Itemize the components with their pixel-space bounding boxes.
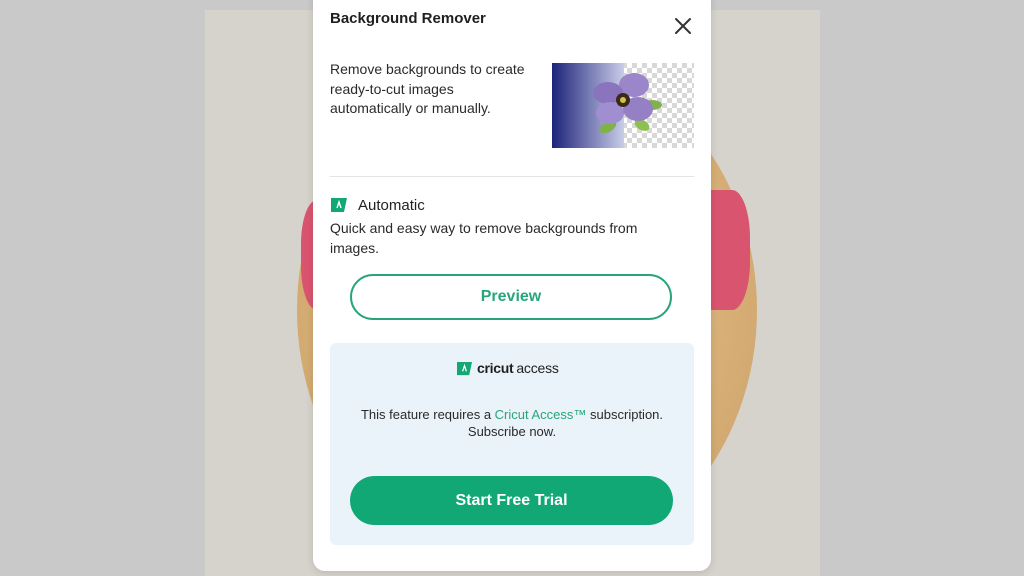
cricut-access-logo: cricut access [456,360,559,376]
automatic-header: Automatic [330,195,425,215]
access-badge-icon [331,198,347,212]
close-icon [675,18,691,34]
requirement-text: This feature requires a Cricut Access™ s… [330,407,694,422]
plate-decoration-right [705,190,750,310]
requirement-prefix: This feature requires a [360,407,495,422]
access-badge-icon [457,361,472,375]
feature-description: Remove backgrounds to create ready-to-cu… [330,61,525,116]
logo-product-text: access [516,360,559,376]
section-divider [330,176,694,177]
start-free-trial-button[interactable]: Start Free Trial [350,476,673,525]
preview-button[interactable]: Preview [350,274,672,320]
flower-thumbnail [552,63,694,148]
logo-brand-text: cricut [477,360,514,376]
subscribe-text: Subscribe now. [467,424,557,439]
cricut-access-panel: cricut access This feature requires a Cr… [330,343,694,545]
close-button[interactable] [671,14,695,38]
cricut-access-link[interactable]: Cricut Access™ [495,407,587,422]
background-remover-dialog: Background Remover Remove backgrounds to… [313,0,711,571]
requirement-suffix: subscription. [586,407,664,422]
automatic-description: Quick and easy way to remove backgrounds… [330,220,638,256]
automatic-label: Automatic [358,196,425,214]
dialog-title: Background Remover [330,10,486,27]
